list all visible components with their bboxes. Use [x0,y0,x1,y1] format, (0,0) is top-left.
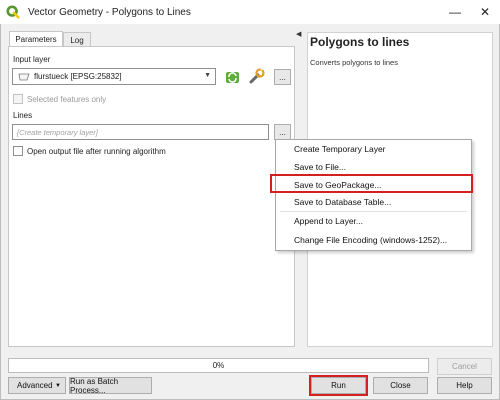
advanced-options-button[interactable] [248,67,266,85]
lines-label: Lines [13,111,33,120]
lines-output-input[interactable]: [Create temporary layer] [12,124,269,140]
refresh-cycle-icon [225,71,239,83]
close-button[interactable]: Close [373,377,428,394]
output-options-menu: Create Temporary Layer Save to File... S… [275,139,472,251]
help-button[interactable]: Help [437,377,492,394]
menu-item-change-file-encoding[interactable]: Change File Encoding (windows-1252)... [276,231,471,249]
advanced-button-label: Advanced [17,381,53,390]
polygon-layer-icon [18,73,30,80]
tab-log[interactable]: Log [63,32,91,47]
progress-bar: 0% [8,358,429,373]
chevron-down-icon: ▼ [55,382,61,389]
cancel-button[interactable]: Cancel [437,358,492,375]
tab-parameters[interactable]: Parameters [9,31,63,47]
close-window-button[interactable]: ✕ [470,0,500,24]
lines-output-browse-button[interactable]: ... [274,124,291,140]
iterate-features-button[interactable] [223,68,241,86]
selected-features-label: Selected features only [27,95,107,104]
input-layer-browse-button[interactable]: ... [274,69,291,85]
minimize-button[interactable]: — [440,0,470,24]
menu-item-create-temporary-layer[interactable]: Create Temporary Layer [276,140,471,158]
selected-features-checkbox[interactable] [13,94,23,104]
window-title: Vector Geometry - Polygons to Lines [28,6,191,18]
input-layer-combo[interactable]: flurstueck [EPSG:25832] ▼ [12,68,216,85]
geopackage-highlight-box [270,174,473,193]
run-as-batch-button[interactable]: Run as Batch Process... [69,377,152,395]
chevron-down-icon: ▼ [204,72,211,79]
qgis-logo-icon [6,5,20,19]
help-description: Converts polygons to lines [310,58,398,67]
open-output-checkbox[interactable] [13,146,23,156]
parameters-panel [8,46,295,347]
input-layer-value: flurstueck [EPSG:25832] [34,72,122,81]
menu-item-save-to-database-table[interactable]: Save to Database Table... [276,193,471,211]
advanced-button[interactable]: Advanced ▼ [8,377,66,394]
run-highlight-box [309,375,368,396]
title-bar: Vector Geometry - Polygons to Lines — ✕ [0,0,500,24]
input-layer-label: Input layer [13,55,51,64]
menu-item-append-to-layer[interactable]: Append to Layer... [276,212,471,230]
help-title: Polygons to lines [310,35,410,49]
wrench-icon [249,67,265,84]
open-output-label: Open output file after running algorithm [27,147,166,156]
collapse-help-arrow-icon[interactable]: ◀ [296,30,301,38]
